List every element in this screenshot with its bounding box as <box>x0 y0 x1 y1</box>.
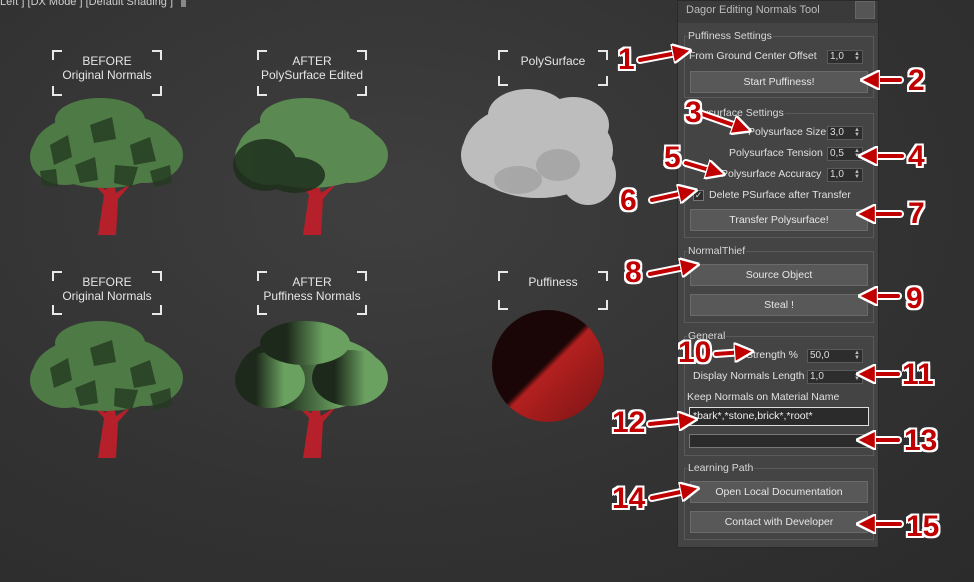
callout-7: 7 <box>908 197 925 230</box>
callout-10: 10 <box>678 336 712 369</box>
callout-1: 1 <box>618 43 635 76</box>
callout-13: 13 <box>904 424 938 457</box>
callout-14: 14 <box>612 482 646 515</box>
callout-6: 6 <box>620 184 637 217</box>
callout-5: 5 <box>664 141 681 174</box>
callout-11: 11 <box>902 358 934 391</box>
callout-2: 2 <box>908 64 925 97</box>
callout-3: 3 <box>685 96 702 129</box>
callout-arrows <box>636 0 906 582</box>
callout-8: 8 <box>625 256 642 289</box>
callout-9: 9 <box>906 282 923 315</box>
callout-12: 12 <box>612 406 646 439</box>
callout-15: 15 <box>906 510 940 543</box>
callout-4: 4 <box>908 140 925 173</box>
